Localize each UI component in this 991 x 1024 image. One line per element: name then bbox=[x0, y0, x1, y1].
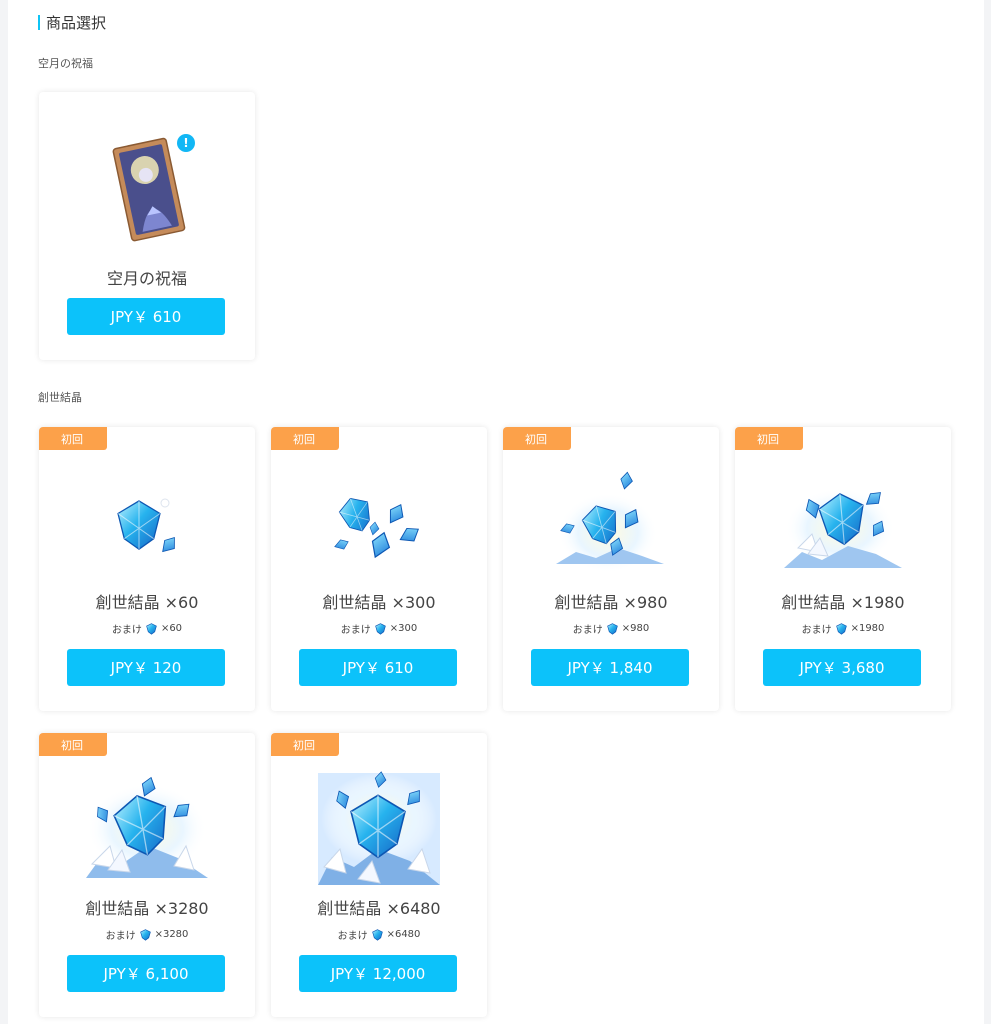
product-name: 創世結晶 ×980 bbox=[554, 593, 668, 612]
genesis-crystal-icon bbox=[139, 929, 151, 941]
bonus-amount: ×60 bbox=[160, 623, 183, 634]
product-card-crystal-300[interactable]: 初回 創世結晶 ×300 おまけ ×300 JPY￥ 610 bbox=[271, 427, 487, 711]
genesis-crystal-icon bbox=[146, 623, 157, 635]
welkin-card-art-icon bbox=[39, 130, 255, 250]
price-button[interactable]: JPY￥ 6,100 bbox=[67, 955, 225, 992]
bonus-amount: ×1980 bbox=[850, 623, 885, 634]
product-card-crystal-1980[interactable]: 初回 創世結晶 ×1980 おまけ ×1980 JPY￥ 3,680 bbox=[735, 427, 951, 711]
bonus-row: おまけ ×300 bbox=[271, 621, 487, 636]
bonus-label: おまけ bbox=[105, 931, 136, 942]
bonus-row: おまけ ×6480 bbox=[271, 927, 487, 942]
bonus-row: おまけ ×3280 bbox=[39, 927, 255, 942]
price-button[interactable]: JPY￥ 610 bbox=[67, 298, 225, 335]
price-button[interactable]: JPY￥ 610 bbox=[299, 649, 457, 686]
bonus-amount: ×980 bbox=[621, 623, 650, 634]
first-purchase-badge: 初回 bbox=[39, 733, 107, 756]
genesis-crystal-icon bbox=[375, 623, 386, 635]
product-card-crystal-3280[interactable]: 初回 創世結晶 ×3280 おまけ ×3280 JPY￥ 6,100 bbox=[39, 733, 255, 1017]
title-accent-bar bbox=[38, 14, 40, 30]
price-button[interactable]: JPY￥ 120 bbox=[67, 649, 225, 686]
genesis-crystal-icon bbox=[835, 623, 847, 635]
first-purchase-badge: 初回 bbox=[39, 427, 107, 450]
price-button[interactable]: JPY￥ 12,000 bbox=[299, 955, 457, 992]
bonus-row: おまけ ×60 bbox=[39, 621, 255, 636]
genesis-crystal-icon bbox=[371, 929, 383, 941]
product-card-crystal-980[interactable]: 初回 創世結晶 ×980 おまけ ×980 JPY￥ 1,840 bbox=[503, 427, 719, 711]
genesis-crystal-art-icon bbox=[271, 463, 487, 583]
bonus-amount: ×3280 bbox=[154, 929, 189, 940]
first-purchase-badge: 初回 bbox=[271, 733, 339, 756]
bonus-amount: ×300 bbox=[389, 623, 418, 634]
section-label-blessing: 空月の祝福 bbox=[38, 57, 93, 70]
info-icon[interactable]: ! bbox=[177, 134, 195, 152]
first-purchase-badge: 初回 bbox=[735, 427, 803, 450]
product-name: 空月の祝福 bbox=[106, 269, 187, 288]
page-title: 商品選択 bbox=[38, 12, 106, 32]
first-purchase-badge: 初回 bbox=[271, 427, 339, 450]
first-purchase-badge: 初回 bbox=[503, 427, 571, 450]
product-card-crystal-6480[interactable]: 初回 創世結晶 ×6480 おまけ ×6480 JPY￥ 12,000 bbox=[271, 733, 487, 1017]
genesis-crystal-icon bbox=[607, 623, 618, 635]
product-name: 創世結晶 ×300 bbox=[322, 593, 436, 612]
product-card-crystal-60[interactable]: 初回 創世結晶 ×60 おまけ ×60 JPY￥ 120 bbox=[39, 427, 255, 711]
product-name: 創世結晶 ×60 bbox=[95, 593, 199, 612]
product-card-blessing[interactable]: ! 空月の祝福 JPY￥ 610 bbox=[39, 92, 255, 360]
bonus-label: おまけ bbox=[340, 625, 371, 636]
product-name: 創世結晶 ×3280 bbox=[85, 899, 209, 918]
genesis-crystal-art-icon bbox=[503, 463, 719, 583]
genesis-crystal-art-icon bbox=[39, 463, 255, 583]
product-name: 創世結晶 ×1980 bbox=[781, 593, 905, 612]
bonus-row: おまけ ×980 bbox=[503, 621, 719, 636]
store-panel: 商品選択 空月の祝福 ! 空月の祝福 JPY￥ 610 創世結晶 初回 創世結晶… bbox=[8, 0, 984, 1024]
bonus-label: おまけ bbox=[801, 625, 832, 636]
bonus-label: おまけ bbox=[572, 625, 603, 636]
product-name: 創世結晶 ×6480 bbox=[317, 899, 441, 918]
bonus-row: おまけ ×1980 bbox=[735, 621, 951, 636]
bonus-label: おまけ bbox=[111, 625, 142, 636]
genesis-crystal-art-icon bbox=[39, 769, 255, 889]
page-title-text: 商品選択 bbox=[46, 13, 107, 32]
bonus-label: おまけ bbox=[337, 931, 368, 942]
price-button[interactable]: JPY￥ 3,680 bbox=[763, 649, 921, 686]
section-label-crystal: 創世結晶 bbox=[38, 391, 82, 404]
genesis-crystal-art-icon bbox=[271, 769, 487, 889]
price-button[interactable]: JPY￥ 1,840 bbox=[531, 649, 689, 686]
bonus-amount: ×6480 bbox=[386, 929, 421, 940]
genesis-crystal-art-icon bbox=[735, 463, 951, 583]
